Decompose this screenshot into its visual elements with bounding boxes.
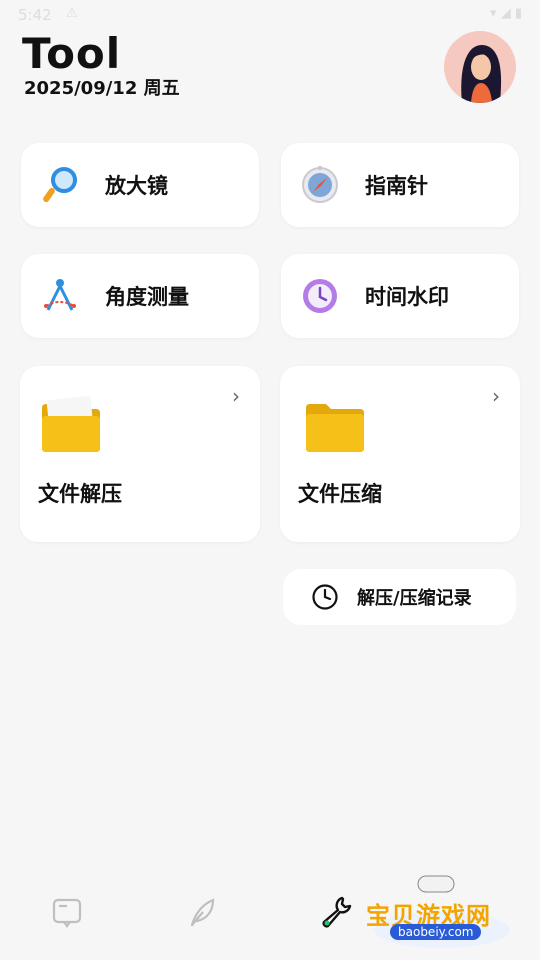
clock-watermark-icon <box>299 275 341 317</box>
chevron-right-icon: › <box>232 384 240 408</box>
file-extract-label: 文件解压 <box>38 482 122 506</box>
protractor-icon <box>39 275 81 317</box>
date-label: 2025/09/12 周五 <box>24 78 180 99</box>
protractor-card[interactable]: 角度测量 <box>21 254 259 338</box>
chevron-right-icon: › <box>492 384 500 408</box>
compass-icon <box>299 164 341 206</box>
history-button[interactable]: 解压/压缩记录 <box>283 569 516 625</box>
avatar[interactable] <box>444 31 516 103</box>
time-watermark-label: 时间水印 <box>365 285 449 309</box>
feather-icon <box>190 898 215 927</box>
status-icons: ▾ ◢ ▮ <box>490 6 522 21</box>
status-time: 5:42 <box>18 6 52 24</box>
status-bar: 5:42 ⚠ ▾ ◢ ▮ <box>0 0 540 30</box>
page-title: Tool <box>22 29 122 78</box>
file-compress-label: 文件压缩 <box>298 482 382 506</box>
file-compress-card[interactable]: › 文件压缩 <box>280 366 520 542</box>
nav-tool-tab[interactable] <box>316 892 356 932</box>
history-label: 解压/压缩记录 <box>357 588 472 609</box>
folder-icon <box>304 394 366 454</box>
book-icon <box>52 898 82 928</box>
compass-label: 指南针 <box>365 174 428 198</box>
file-extract-card[interactable]: › 文件解压 <box>20 366 260 542</box>
wrench-icon <box>322 896 352 928</box>
watermark-url: baobeiy.com <box>390 924 482 940</box>
magnifier-label: 放大镜 <box>105 174 168 198</box>
folder-open-icon <box>40 394 102 454</box>
nav-book-tab[interactable] <box>47 892 87 932</box>
time-watermark-card[interactable]: 时间水印 <box>281 254 519 338</box>
compass-card[interactable]: 指南针 <box>281 143 519 227</box>
watermark-logo: 宝贝游戏网 baobeiy.com <box>360 872 520 952</box>
magnifier-card[interactable]: 放大镜 <box>21 143 259 227</box>
nav-feather-tab[interactable] <box>182 892 222 932</box>
clock-icon <box>311 583 339 611</box>
magnifier-icon <box>39 164 81 206</box>
warning-icon: ⚠ <box>66 6 78 21</box>
protractor-label: 角度测量 <box>105 285 189 309</box>
